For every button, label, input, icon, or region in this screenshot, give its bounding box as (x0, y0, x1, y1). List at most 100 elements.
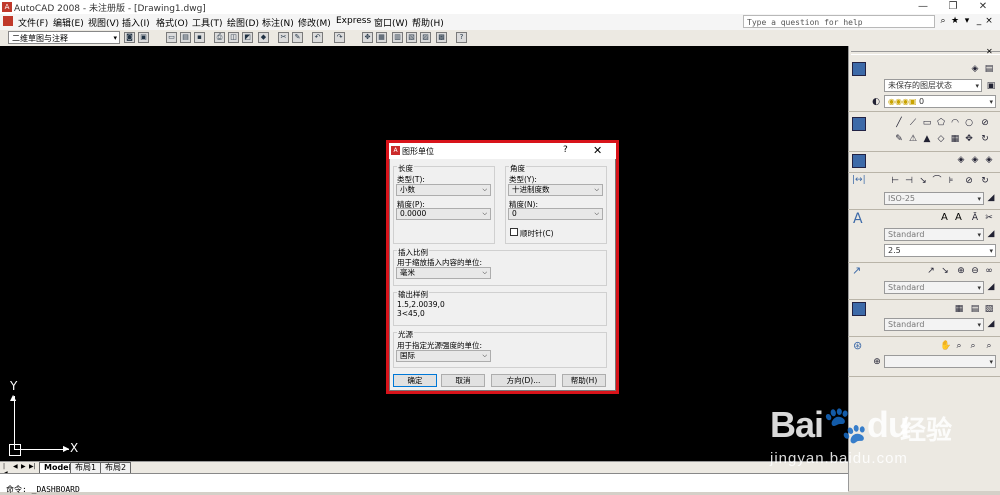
layer-select[interactable]: ◉◉◉▣ 0 ▾ (884, 95, 996, 108)
match-properties-icon[interactable]: ✎ (292, 32, 303, 43)
2d-draw-icon[interactable] (852, 117, 866, 131)
named-view-select[interactable]: ▾ (884, 355, 996, 368)
open-icon[interactable]: ▤ (180, 32, 191, 43)
minimize-button[interactable]: — (908, 0, 938, 14)
leader-add-icon[interactable]: ↗ (926, 266, 936, 276)
table-export-icon[interactable]: ▧ (984, 304, 994, 314)
favorites-icon[interactable]: ★ (950, 15, 960, 27)
my-workspace-icon[interactable]: ▣ (138, 32, 149, 43)
menu-express[interactable]: Express (336, 16, 371, 26)
tab-next-icon[interactable]: ▶ (21, 463, 27, 470)
annotation-add-icon[interactable]: ◈ (956, 155, 966, 165)
table-icon[interactable] (852, 302, 866, 316)
help-icon[interactable]: ? (456, 32, 467, 43)
3d-dwf-icon[interactable]: ◆ (258, 32, 269, 43)
menu-edit[interactable]: 编辑(E) (53, 16, 84, 29)
table-edit-icon[interactable]: ▤ (970, 304, 980, 314)
close-window-button[interactable]: ✕ (968, 0, 998, 14)
ok-button[interactable]: 确定 (393, 374, 437, 387)
tool-palettes-icon[interactable]: ▨ (420, 32, 431, 43)
layer-previous-icon[interactable]: ◐ (871, 97, 881, 107)
menu-help[interactable]: 帮助(H) (412, 16, 444, 29)
menu-file[interactable]: 文件(F) (18, 16, 48, 29)
linear-dim-icon[interactable]: ⊢ (890, 176, 900, 186)
text-check-icon[interactable]: Ā (970, 213, 980, 223)
doc-minimize-icon[interactable]: _ (974, 15, 984, 27)
menu-window[interactable]: 窗口(W) (374, 16, 408, 29)
baseline-icon[interactable]: ⊧ (946, 176, 956, 186)
clockwise-checkbox[interactable] (510, 228, 518, 236)
layer-state-select[interactable]: 未保存的图层状态 ▾ (884, 79, 982, 92)
annotation-scaling-icon[interactable] (852, 154, 866, 168)
help-button[interactable]: 帮助(H) (562, 374, 606, 387)
layer-state-icon[interactable]: ◈ (970, 64, 980, 74)
pencil-icon[interactable]: ✎ (894, 134, 904, 144)
table-style-select[interactable]: Standard ▾ (884, 318, 984, 331)
leader-style-icon[interactable]: ∞ (984, 266, 994, 276)
text-height-select[interactable]: 2.5 ▾ (884, 244, 996, 257)
leader-align-icon[interactable]: ⊕ (956, 266, 966, 276)
zoom-window-icon[interactable]: ⌕ (954, 341, 964, 351)
search-icon[interactable]: ⌕ (938, 15, 948, 27)
annotation-sync-icon[interactable]: ◈ (984, 155, 994, 165)
restore-button[interactable]: ❐ (938, 0, 968, 14)
single-text-icon[interactable]: A (955, 212, 962, 223)
boundary-icon[interactable]: ◇ (936, 134, 946, 144)
menu-modify[interactable]: 修改(M) (298, 16, 331, 29)
layer-properties-icon[interactable]: ▤ (984, 64, 994, 74)
dim-style-select[interactable]: ISO-25 ▾ (884, 192, 984, 205)
gradient-icon[interactable]: ⚠ (908, 134, 918, 144)
menu-format[interactable]: 格式(O) (156, 16, 188, 29)
dimensions-icon[interactable]: |↔| (852, 175, 866, 185)
annotation-delete-icon[interactable]: ◈ (970, 155, 980, 165)
workspace-select[interactable]: 二维草图与注释 ▾ (8, 31, 120, 44)
redo-icon[interactable]: ↷ (334, 32, 345, 43)
zoom-extents-icon[interactable]: ⌕ (968, 341, 978, 351)
cancel-button[interactable]: 取消 (441, 374, 485, 387)
radius-icon[interactable]: ⊘ (964, 176, 974, 186)
pan-icon[interactable]: ✥ (362, 32, 373, 43)
design-center-icon[interactable]: ▧ (406, 32, 417, 43)
publish-icon[interactable]: ◩ (242, 32, 253, 43)
circle-icon[interactable]: ○ (964, 118, 974, 128)
sheet-set-icon[interactable]: ▩ (436, 32, 447, 43)
dialog-close-button[interactable]: ✕ (593, 144, 602, 157)
plot-icon[interactable]: ⎙ (214, 32, 225, 43)
add-view-icon[interactable]: ⊕ (872, 357, 882, 367)
dim-style-manager-icon[interactable]: ◢ (986, 193, 996, 203)
polygon-icon[interactable]: ⬠ (936, 118, 946, 128)
menu-tools[interactable]: 工具(T) (192, 16, 223, 29)
preview-icon[interactable]: ◫ (228, 32, 239, 43)
move-icon[interactable]: ✥ (964, 134, 974, 144)
command-line[interactable]: 命令: _DASHBOARD (0, 473, 848, 494)
rectangle-icon[interactable]: ▭ (922, 118, 932, 128)
line-icon[interactable]: ╱ (894, 118, 904, 128)
mleader-style-manager-icon[interactable]: ◢ (986, 282, 996, 292)
menu-insert[interactable]: 插入(I) (122, 16, 150, 29)
layers-icon[interactable] (852, 62, 866, 76)
insert-scale-select[interactable]: 毫米 ⌵ (396, 267, 491, 279)
find-text-icon[interactable]: ✂ (984, 213, 994, 223)
text-style-select[interactable]: Standard ▾ (884, 228, 984, 241)
text-style-manager-icon[interactable]: ◢ (986, 229, 996, 239)
workspace-settings-icon[interactable]: ◙ (124, 32, 135, 43)
rotate-icon[interactable]: ↻ (980, 134, 990, 144)
block-icon[interactable]: ▦ (950, 134, 960, 144)
layer-state-manager-icon[interactable]: ▣ (986, 81, 996, 91)
angle-type-select[interactable]: 十进制度数 ⌵ (508, 184, 603, 196)
leader-remove-icon[interactable]: ↘ (940, 266, 950, 276)
info-icon[interactable]: ▾ (962, 15, 972, 27)
navigation-icon[interactable]: ⊛ (853, 339, 862, 352)
menu-dimension[interactable]: 标注(N) (262, 16, 294, 29)
mtext-icon[interactable]: A (941, 212, 948, 223)
insert-table-icon[interactable]: ▦ (954, 304, 964, 314)
autocad-app-icon[interactable]: A (2, 2, 12, 12)
tab-last-icon[interactable]: ▶| (29, 463, 36, 470)
zoom-realtime-icon[interactable]: ▦ (376, 32, 387, 43)
new-icon[interactable]: ▭ (166, 32, 177, 43)
save-icon[interactable]: ▪ (194, 32, 205, 43)
direction-button[interactable]: 方向(D)... (491, 374, 556, 387)
table-style-manager-icon[interactable]: ◢ (986, 319, 996, 329)
panel-close-icon[interactable]: ✕ (986, 47, 993, 56)
tab-first-icon[interactable]: |◀ (3, 463, 9, 477)
